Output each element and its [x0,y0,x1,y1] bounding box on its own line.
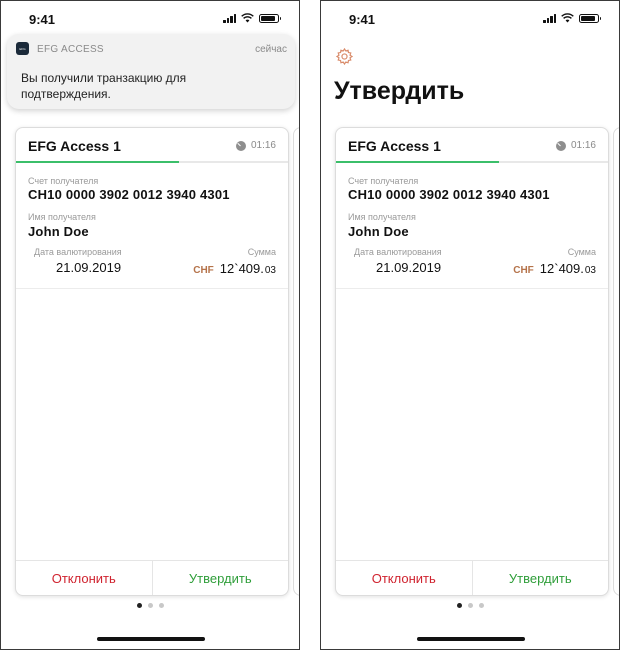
status-bar: 9:41 [1,1,299,37]
amount-decimal: 03 [584,265,596,276]
amount: CHF 12`409. 03 [193,261,276,276]
timer-text: 01:16 [250,140,276,151]
page-dot-active[interactable] [136,603,142,608]
approve-button[interactable]: Утвердить [473,561,609,595]
account-label: Счет получателя [348,176,419,186]
page-indicator [1,603,299,608]
sum-label: Сумма [247,247,276,257]
home-indicator[interactable] [417,637,525,641]
progress-bar [336,161,608,163]
amount-decimal: 03 [264,265,276,276]
page-dot-active[interactable] [456,603,462,608]
recipient-label: Имя получателя [28,212,96,222]
home-indicator[interactable] [97,637,205,641]
status-bar: 9:41 [321,1,619,37]
card-actions: Отклонить Утвердить [16,560,288,595]
value-date: 21.09.2019 [376,260,442,275]
page-indicator [321,603,619,608]
page-dot[interactable] [467,603,473,608]
amount-integer: 12`409. [539,261,584,276]
next-card-peek[interactable] [613,127,619,596]
wifi-icon [241,13,254,23]
gear-icon[interactable] [335,47,354,66]
timer: 01:16 [555,140,596,151]
signal-icon [223,13,236,23]
value-date: 21.09.2019 [56,260,122,275]
reject-button[interactable]: Отклонить [336,561,473,595]
amount: CHF 12`409. 03 [513,261,596,276]
signal-icon [543,13,556,23]
wifi-icon [561,13,574,23]
timer-icon [235,140,246,151]
timer: 01:16 [235,140,276,151]
battery-icon [579,13,601,23]
transaction-card: EFG Access 1 01:16 Счет получателя CH10 … [335,127,609,596]
page-dot[interactable] [147,603,153,608]
account-value: CH10 0000 3902 0012 3940 4301 [348,187,550,202]
notification-banner[interactable]: EFG EFG ACCESS сейчас Вы получили транза… [7,34,295,109]
status-icons [543,13,601,23]
progress-fill [336,161,500,163]
recipient-value: John Doe [28,224,89,239]
card-actions: Отклонить Утвердить [336,560,608,595]
status-time: 9:41 [29,12,56,27]
notification-message: Вы получили транзакцию для подтверждения… [21,71,187,101]
progress-bar [16,161,288,163]
notification-app-name: EFG ACCESS [37,44,104,55]
phone-screen-approve: 9:41 Утвердить EFG Access 1 01:16 Счет п… [320,0,620,650]
timer-text: 01:16 [570,140,596,151]
sum-label: Сумма [567,247,596,257]
reject-button[interactable]: Отклонить [16,561,153,595]
divider [336,288,608,289]
divider [16,288,288,289]
battery-icon [259,13,281,23]
phone-screen-notification: 9:41 EFG EFG ACCESS сейчас Вы получили т… [0,0,300,650]
card-title: EFG Access 1 [348,138,441,154]
recipient-value: John Doe [348,224,409,239]
status-icons [223,13,281,23]
next-card-peek[interactable] [293,127,299,596]
progress-fill [16,161,180,163]
currency: CHF [193,265,214,276]
value-date-label: Дата валютирования [34,247,122,257]
app-icon: EFG [16,42,29,55]
account-label: Счет получателя [28,176,99,186]
status-time: 9:41 [349,12,376,27]
amount-integer: 12`409. [219,261,264,276]
timer-icon [555,140,566,151]
recipient-label: Имя получателя [348,212,416,222]
page-dot[interactable] [158,603,164,608]
page-dot[interactable] [478,603,484,608]
currency: CHF [513,265,534,276]
notification-time: сейчас [255,44,287,55]
account-value: CH10 0000 3902 0012 3940 4301 [28,187,230,202]
value-date-label: Дата валютирования [354,247,442,257]
approve-button[interactable]: Утвердить [153,561,289,595]
page-title: Утвердить [334,77,465,105]
card-title: EFG Access 1 [28,138,121,154]
transaction-card: EFG Access 1 01:16 Счет получателя CH10 … [15,127,289,596]
